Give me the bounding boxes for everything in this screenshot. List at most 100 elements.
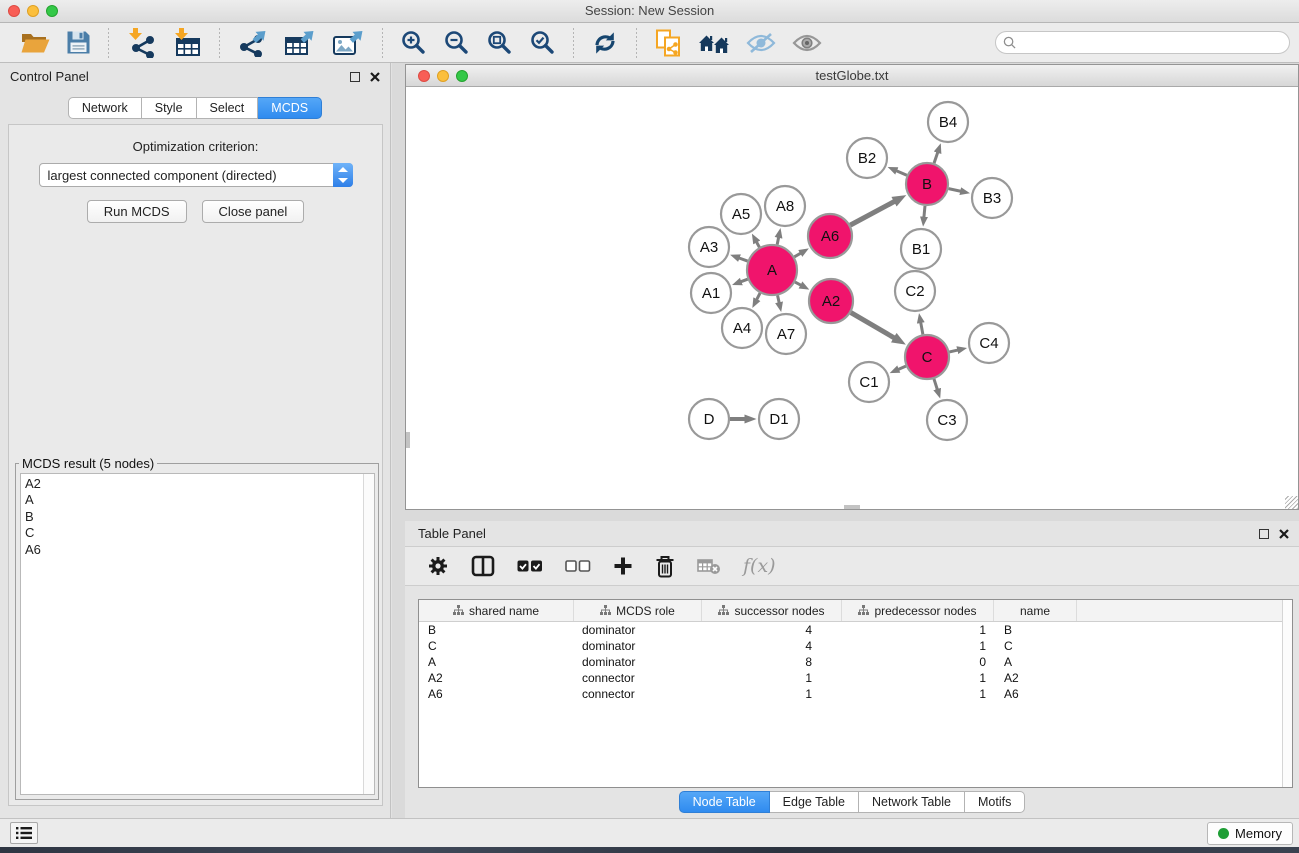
table-header-row: shared nameMCDS rolesuccessor nodesprede…	[419, 600, 1292, 622]
export-network-button[interactable]	[235, 26, 270, 59]
zoom-window-button[interactable]	[46, 5, 58, 17]
column-view-button[interactable]	[471, 555, 495, 577]
table-scrollbar[interactable]	[1282, 600, 1292, 787]
tab-style[interactable]: Style	[142, 97, 197, 119]
tab-edge-table[interactable]: Edge Table	[770, 791, 859, 813]
run-mcds-button[interactable]: Run MCDS	[87, 200, 187, 223]
close-window-button[interactable]	[8, 5, 20, 17]
column-header-shared-name[interactable]: shared name	[419, 600, 574, 621]
titlebar: Session: New Session	[0, 0, 1299, 23]
mcds-result-item[interactable]: A2	[25, 476, 374, 492]
table-row[interactable]: Bdominator41B	[419, 622, 1292, 638]
graph-edge-A-A3[interactable]	[739, 258, 748, 261]
graph-edge-A-A7[interactable]	[778, 295, 780, 302]
graph-edge-B-B4[interactable]	[934, 152, 938, 163]
memory-button[interactable]: Memory	[1207, 822, 1293, 845]
new-network-from-selection-button[interactable]	[652, 27, 684, 59]
graph-node-label-C4: C4	[979, 335, 998, 352]
import-network-button[interactable]	[124, 26, 158, 60]
zoom-out-button[interactable]	[441, 27, 472, 58]
hide-selected-button[interactable]	[744, 29, 778, 57]
table-cell: 4	[702, 638, 842, 654]
desktop-area: testGlobe.txt B4B2BB3A5A8A6A3B1AA1C2A2A4…	[392, 63, 1299, 818]
task-history-button[interactable]	[10, 822, 38, 844]
graph-edge-C-C3[interactable]	[934, 379, 937, 390]
tab-network[interactable]: Network	[68, 97, 142, 119]
table-row[interactable]: A6connector11A6	[419, 686, 1292, 702]
export-network-icon	[237, 28, 268, 57]
graph-edge-A-A6[interactable]	[794, 253, 800, 257]
graph-edge-A-A1[interactable]	[741, 279, 748, 282]
graph-edge-B-B3[interactable]	[949, 189, 961, 192]
zoom-in-button[interactable]	[398, 27, 429, 58]
horizontal-scrollbar-stub[interactable]	[844, 505, 860, 509]
resize-grip-icon[interactable]	[1285, 496, 1298, 509]
column-header-predecessor-nodes[interactable]: predecessor nodes	[842, 600, 994, 621]
close-panel-button[interactable]: Close panel	[202, 200, 305, 223]
float-table-panel-icon[interactable]	[1259, 529, 1269, 539]
table-row[interactable]: A2connector11A2	[419, 670, 1292, 686]
deselect-all-button[interactable]	[565, 555, 591, 577]
vertical-scrollbar-stub[interactable]	[406, 432, 410, 448]
import-table-button[interactable]	[170, 26, 204, 60]
column-header-MCDS-role[interactable]: MCDS role	[574, 600, 702, 621]
graph-edge-C-C1[interactable]	[898, 366, 905, 369]
search-input[interactable]	[1021, 34, 1289, 52]
graph-edge-B-B1[interactable]	[924, 206, 925, 217]
close-table-panel-icon[interactable]	[1279, 529, 1289, 539]
tab-select[interactable]: Select	[197, 97, 259, 119]
table-row[interactable]: Adominator80A	[419, 654, 1292, 670]
application-window: Session: New Session	[0, 0, 1299, 853]
mcds-result-item[interactable]: C	[25, 525, 374, 541]
network-window-titlebar[interactable]: testGlobe.txt	[406, 65, 1298, 87]
tab-node-table[interactable]: Node Table	[679, 791, 770, 813]
tab-network-table[interactable]: Network Table	[859, 791, 965, 813]
refresh-view-button[interactable]	[589, 27, 621, 59]
optimization-criterion-select[interactable]: largest connected component (directed)	[39, 163, 353, 187]
zoom-in-icon	[400, 29, 427, 56]
graph-node-label-A4: A4	[733, 320, 751, 337]
graph-edge-A-A2[interactable]	[795, 282, 801, 285]
column-header-successor-nodes[interactable]: successor nodes	[702, 600, 842, 621]
close-network-window-button[interactable]	[418, 70, 430, 82]
gear-icon	[427, 555, 449, 577]
graph-edge-B-B2[interactable]	[896, 171, 906, 176]
float-panel-icon[interactable]	[350, 72, 360, 82]
mcds-result-item[interactable]: A6	[25, 542, 374, 558]
table-row[interactable]: Cdominator41C	[419, 638, 1292, 654]
open-session-button[interactable]	[18, 28, 52, 58]
result-list-scrollbar[interactable]	[363, 474, 374, 794]
graph-edge-A2-C[interactable]	[851, 313, 894, 338]
export-table-button[interactable]	[282, 26, 318, 59]
add-column-button[interactable]	[613, 556, 633, 576]
show-all-button[interactable]	[790, 29, 824, 57]
close-panel-icon[interactable]	[370, 72, 380, 82]
mcds-result-item[interactable]: B	[25, 509, 374, 525]
zoom-network-window-button[interactable]	[456, 70, 468, 82]
graph-edge-C-C2[interactable]	[921, 322, 923, 334]
graph-edge-A-A4[interactable]	[757, 293, 760, 299]
graph-edge-A-A5[interactable]	[756, 242, 759, 247]
select-all-button[interactable]	[517, 555, 543, 577]
table-cell: 1	[702, 686, 842, 702]
graph-edge-C-C4[interactable]	[949, 350, 957, 352]
table-settings-button[interactable]	[427, 555, 449, 577]
export-image-button[interactable]	[330, 26, 367, 59]
minimize-network-window-button[interactable]	[437, 70, 449, 82]
minimize-window-button[interactable]	[27, 5, 39, 17]
delete-column-button[interactable]	[655, 555, 675, 578]
graph-node-label-B2: B2	[858, 150, 876, 167]
zoom-selected-button[interactable]	[527, 27, 558, 58]
graph-edge-A-A8[interactable]	[777, 237, 778, 244]
delete-table-button[interactable]	[697, 556, 721, 576]
tab-motifs[interactable]: Motifs	[965, 791, 1025, 813]
zoom-fit-button[interactable]	[484, 27, 515, 58]
column-header-name[interactable]: name	[994, 600, 1077, 621]
function-builder-button[interactable]: f(x)	[743, 555, 776, 577]
save-session-button[interactable]	[64, 28, 93, 57]
graph-edge-A6-B[interactable]	[850, 201, 894, 225]
mcds-result-item[interactable]: A	[25, 492, 374, 508]
first-neighbors-button[interactable]	[696, 29, 732, 57]
network-canvas[interactable]: B4B2BB3A5A8A6A3B1AA1C2A2A4A7C4CC1C3DD1	[406, 87, 1298, 509]
tab-mcds[interactable]: MCDS	[258, 97, 322, 119]
